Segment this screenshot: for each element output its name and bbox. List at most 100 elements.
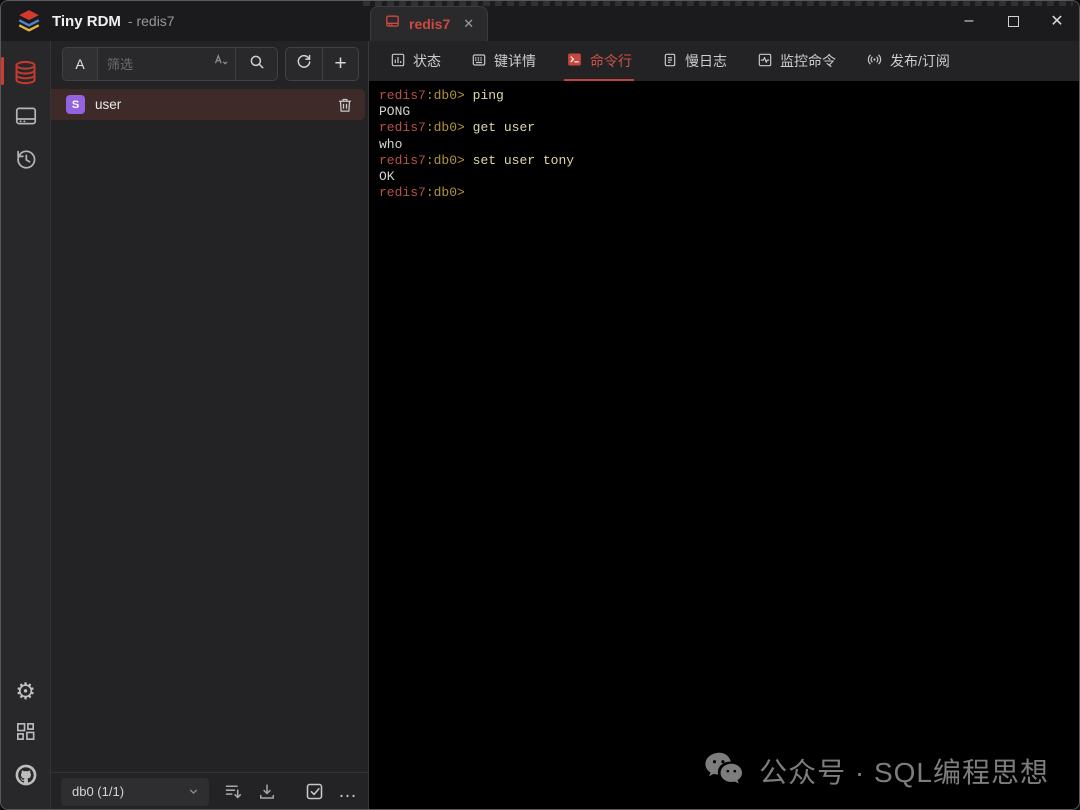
terminal-line: redis7:db0>set user tony: [379, 153, 1071, 169]
minimize-icon: –: [965, 12, 974, 30]
prompt-host: redis7: [379, 185, 426, 200]
app-logo-icon: [16, 8, 42, 34]
filter-mode-button[interactable]: A: [63, 48, 98, 80]
wechat-icon: [704, 751, 746, 791]
prompt-db: :db0>: [426, 88, 465, 103]
type-badge-string: S: [66, 95, 85, 114]
server-monitor-icon: [13, 103, 39, 134]
chevron-down-icon: [187, 785, 200, 798]
rail-item-history[interactable]: [6, 141, 46, 181]
tab-status-label: 状态: [413, 51, 441, 71]
github-icon: [13, 762, 39, 793]
refresh-button[interactable]: [286, 48, 322, 80]
match-case-icon: [213, 53, 230, 75]
app-window: Tiny RDM - redis7 – ✕ redis7 ✕: [0, 0, 1080, 810]
tab-cli-label: 命令行: [590, 51, 632, 71]
tab-monitor-label: 监控命令: [780, 51, 836, 71]
app-title: Tiny RDM: [52, 13, 121, 30]
rail-item-server[interactable]: [6, 98, 46, 138]
checkbox-icon: [304, 781, 325, 802]
settings-button[interactable]: ⚙: [6, 671, 46, 711]
tab-pubsub-label: 发布/订阅: [890, 51, 950, 71]
terminal-line: redis7:db0>ping: [379, 88, 1071, 104]
left-rail: ⚙: [1, 41, 51, 810]
filter-row: A: [51, 41, 368, 86]
terminal-output: who: [379, 137, 1071, 153]
terminal-icon: [566, 51, 583, 71]
rail-item-database[interactable]: [6, 55, 46, 95]
sidebar-footer: db0 (1/1): [51, 772, 368, 810]
load-all-button[interactable]: [257, 782, 277, 802]
maximize-icon: [1008, 16, 1019, 27]
maximize-button[interactable]: [991, 1, 1035, 41]
minimize-button[interactable]: –: [947, 1, 991, 41]
keyboard-icon: [471, 52, 487, 71]
load-more-button[interactable]: [223, 781, 244, 802]
tab-status[interactable]: 状态: [375, 41, 456, 81]
db-select-value: db0 (1/1): [72, 784, 124, 799]
refresh-icon: [295, 53, 313, 76]
database-icon: [12, 59, 39, 91]
filter-input[interactable]: [98, 48, 207, 80]
terminal-output: PONG: [379, 104, 1071, 120]
tab-slowlog-label: 慢日志: [685, 51, 727, 71]
delete-key-button[interactable]: [336, 96, 354, 114]
connection-tab[interactable]: redis7 ✕: [370, 6, 488, 41]
sort-down-icon: [223, 781, 244, 802]
tab-monitor[interactable]: 监控命令: [742, 41, 851, 81]
match-case-button[interactable]: [207, 48, 235, 80]
server-icon: [384, 13, 401, 35]
close-icon: ✕: [1050, 11, 1063, 31]
sidebar-actions: +: [285, 47, 359, 81]
prompt-host: redis7: [379, 153, 426, 168]
trash-icon: [336, 96, 354, 114]
terminal-command: set user tony: [465, 153, 574, 168]
db-select[interactable]: db0 (1/1): [61, 778, 209, 806]
add-key-button[interactable]: +: [322, 48, 358, 80]
prompt-host: redis7: [379, 88, 426, 103]
prompt-host: redis7: [379, 120, 426, 135]
terminal-output: OK: [379, 169, 1071, 185]
rail-bottom: ⚙: [6, 671, 46, 800]
close-button[interactable]: ✕: [1035, 1, 1079, 41]
github-button[interactable]: [6, 757, 46, 797]
checkbox-mode-button[interactable]: [304, 781, 325, 802]
tab-key-detail-label: 键详情: [494, 51, 536, 71]
broadcast-icon: [866, 51, 883, 71]
key-row-user[interactable]: S user: [51, 89, 365, 120]
main-area: 状态 键详情: [369, 41, 1079, 810]
pulse-icon: [757, 52, 773, 71]
apps-button[interactable]: [6, 714, 46, 754]
terminal-command: get user: [465, 120, 535, 135]
terminal-prompt-line[interactable]: redis7:db0>: [379, 185, 1071, 201]
view-tabs: 状态 键详情: [369, 41, 1079, 81]
grid-icon: [14, 720, 37, 748]
window-body: ⚙: [1, 41, 1079, 810]
terminal-command: ping: [465, 88, 504, 103]
gear-icon: ⚙: [15, 680, 36, 703]
terminal-line: redis7:db0>get user: [379, 120, 1071, 136]
watermark: 公众号 · SQL编程思想: [704, 751, 1049, 791]
tab-key-detail[interactable]: 键详情: [456, 41, 551, 81]
tab-pubsub[interactable]: 发布/订阅: [851, 41, 965, 81]
titlebar: Tiny RDM - redis7 – ✕: [1, 1, 1079, 41]
tab-cli[interactable]: 命令行: [551, 41, 647, 81]
prompt-db: :db0>: [426, 120, 465, 135]
document-icon: [662, 52, 678, 71]
tab-slowlog[interactable]: 慢日志: [647, 41, 742, 81]
plus-icon: +: [334, 53, 346, 74]
download-icon: [257, 782, 277, 802]
prompt-db: :db0>: [426, 185, 465, 200]
status-icon: [390, 52, 406, 71]
cli-terminal[interactable]: redis7:db0>ping PONG redis7:db0>get user…: [369, 81, 1079, 810]
filter-group: A: [62, 47, 278, 81]
history-icon: [13, 146, 39, 177]
search-icon: [248, 53, 266, 76]
key-tree[interactable]: S user: [51, 86, 368, 772]
window-controls: – ✕: [947, 1, 1079, 41]
key-name: user: [95, 97, 121, 112]
tab-close-icon[interactable]: ✕: [463, 16, 474, 32]
app-subtitle: - redis7: [128, 13, 175, 29]
watermark-text: 公众号 · SQL编程思想: [759, 751, 1049, 791]
search-button[interactable]: [235, 48, 277, 80]
